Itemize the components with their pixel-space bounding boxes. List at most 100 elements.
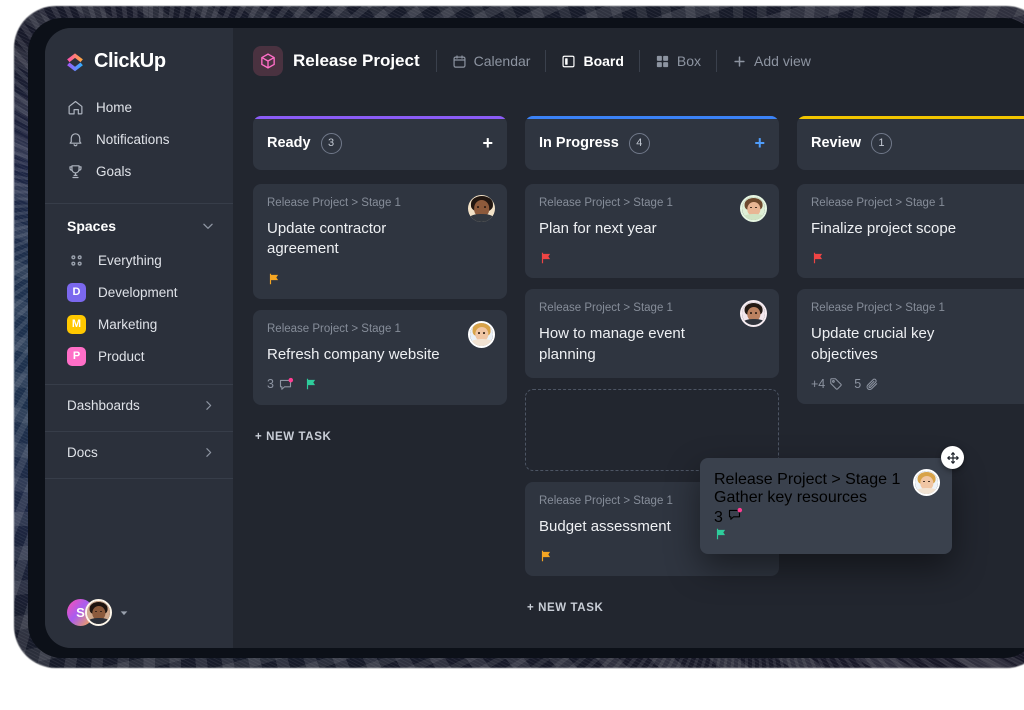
home-icon	[68, 100, 83, 114]
drag-cursor	[941, 446, 964, 469]
column-count: 1	[870, 132, 892, 154]
task-card[interactable]: Release Project > Stage 1 Refresh compan…	[253, 309, 507, 405]
column-accent-bar	[253, 116, 507, 119]
card-meta	[811, 251, 1024, 265]
task-card[interactable]: Release Project > Stage 1 How to manage …	[525, 289, 779, 378]
user-area: S	[45, 599, 233, 648]
avatar[interactable]	[468, 320, 495, 348]
space-label: Everything	[98, 252, 162, 268]
space-badge-product: P	[67, 346, 86, 366]
tab-board[interactable]: Board	[546, 46, 638, 76]
sidebar-item-label: Notifications	[96, 131, 170, 147]
comment-count-group: 3	[267, 377, 294, 392]
avatar[interactable]	[85, 599, 112, 626]
sidebar-item-notifications[interactable]: Notifications	[45, 123, 233, 155]
add-task-button[interactable]: +	[482, 134, 493, 152]
clickup-logo[interactable]: ClickUp	[45, 28, 233, 89]
column-in-progress: In Progress 4 + Release Project > Stage …	[525, 116, 779, 648]
flag-icon	[541, 550, 551, 562]
main-content: Release Project Calendar Board Box Add v…	[233, 28, 1024, 648]
add-view-button[interactable]: Add view	[717, 46, 826, 76]
task-card[interactable]: Release Project > Stage 1 Update contrac…	[253, 184, 507, 299]
breadcrumb: Release Project > Stage 1	[267, 322, 401, 335]
tab-box[interactable]: Box	[640, 46, 716, 76]
task-title: Plan for next year	[539, 220, 657, 237]
task-title: Update crucial key objectives	[811, 325, 935, 363]
clickup-window: ClickUp Home Notifications Goals Spaces …	[45, 28, 1024, 648]
comment-count-group: 3	[714, 507, 743, 526]
sidebar-item-everything[interactable]: Everything	[45, 244, 233, 276]
task-title: Update contractor agreement	[267, 220, 387, 258]
project-icon-wrap	[253, 46, 283, 76]
sidebar-item-label: Docs	[67, 444, 98, 460]
chevron-down-icon[interactable]	[119, 608, 129, 618]
comment-icon	[279, 377, 294, 390]
task-title: Gather key resources	[714, 489, 867, 506]
grid-icon	[71, 254, 82, 266]
tag-count: +4	[811, 376, 826, 391]
spaces-section-header[interactable]: Spaces	[45, 204, 233, 244]
sidebar-divider	[45, 478, 233, 479]
task-title: Refresh company website	[267, 345, 440, 363]
sidebar-item-goals[interactable]: Goals	[45, 155, 233, 187]
tab-label: Box	[676, 53, 702, 69]
breadcrumb: Release Project > Stage 1	[811, 302, 945, 315]
column-accent-bar	[525, 116, 779, 119]
sidebar-item-label: Dashboards	[67, 397, 140, 413]
flag-icon	[269, 273, 279, 284]
cube-icon	[261, 53, 275, 69]
move-icon	[946, 451, 959, 464]
attachment-count-group: 5	[854, 377, 879, 391]
comment-count: 3	[267, 377, 274, 392]
clickup-logo-icon	[67, 52, 83, 71]
column-header[interactable]: Ready 3 +	[253, 116, 507, 170]
sidebar-item-development[interactable]: D Development	[45, 276, 233, 308]
avatar[interactable]	[740, 195, 767, 222]
card-meta: 3	[267, 377, 493, 392]
column-accent-bar	[797, 116, 1024, 119]
comment-icon	[729, 507, 743, 520]
tab-calendar[interactable]: Calendar	[437, 46, 546, 76]
task-card[interactable]: Release Project > Stage 1 Plan for next …	[525, 184, 779, 279]
card-meta	[267, 272, 493, 286]
avatar[interactable]	[913, 469, 940, 496]
space-label: Development	[98, 284, 178, 300]
primary-nav: Home Notifications Goals	[45, 89, 233, 197]
breadcrumb: Release Project > Stage 1	[539, 197, 673, 209]
column-header[interactable]: In Progress 4 +	[525, 116, 779, 170]
new-task-button[interactable]: + NEW TASK	[525, 587, 779, 614]
new-task-button[interactable]: + NEW TASK	[253, 416, 507, 443]
avatar[interactable]	[740, 300, 767, 328]
calendar-icon	[453, 54, 466, 68]
task-title: How to manage event planning	[539, 325, 685, 363]
avatar[interactable]	[468, 195, 495, 222]
sidebar: ClickUp Home Notifications Goals Spaces …	[45, 28, 233, 648]
card-meta: +4 5	[811, 377, 1024, 391]
task-card[interactable]: Release Project > Stage 1 Finalize proje…	[797, 184, 1024, 279]
sidebar-item-home[interactable]: Home	[45, 91, 233, 123]
task-card[interactable]: Release Project > Stage 1 Update crucial…	[797, 289, 1024, 404]
tab-label: Calendar	[473, 53, 531, 69]
bell-icon	[69, 132, 82, 146]
dragged-task-card[interactable]: Release Project > Stage 1 Gather key res…	[700, 446, 964, 554]
attachment-count: 5	[854, 376, 862, 391]
column-cards: Release Project > Stage 1 Finalize proje…	[797, 170, 1024, 404]
add-task-button[interactable]: +	[754, 134, 765, 152]
spaces-heading: Spaces	[67, 218, 117, 234]
breadcrumb: Release Project > Stage 1	[811, 197, 945, 209]
column-header[interactable]: Review 1 +	[797, 116, 1024, 170]
chevron-down-icon[interactable]	[201, 219, 215, 233]
sidebar-item-marketing[interactable]: M Marketing	[45, 308, 233, 340]
column-title: In Progress	[539, 135, 619, 151]
tag-count-group: +4	[811, 377, 843, 391]
flag-icon	[306, 379, 316, 390]
page-title: Release Project	[293, 51, 420, 70]
sidebar-item-product[interactable]: P Product	[45, 340, 233, 372]
add-view-label: Add view	[754, 53, 811, 69]
breadcrumb: Release Project > Stage 1	[714, 471, 901, 488]
column-count: 4	[628, 132, 650, 154]
space-badge-marketing: M	[67, 314, 86, 334]
trophy-icon	[69, 164, 82, 178]
sidebar-item-docs[interactable]: Docs	[45, 432, 233, 472]
sidebar-item-dashboards[interactable]: Dashboards	[45, 385, 233, 425]
